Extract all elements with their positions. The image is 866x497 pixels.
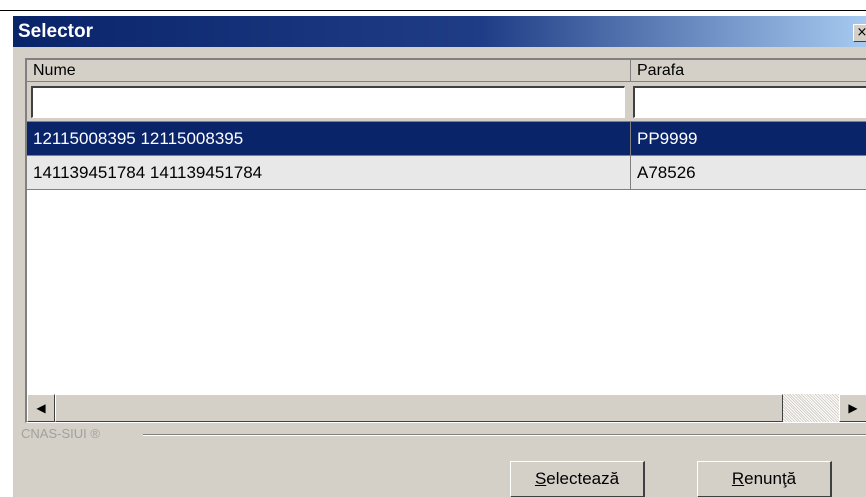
brand-label: CNAS-SIUI ®: [21, 426, 103, 441]
scrollbar-track[interactable]: [783, 394, 839, 422]
column-header-nume[interactable]: Nume: [27, 60, 631, 82]
cancel-button[interactable]: Renunţă: [697, 461, 832, 497]
cell-nume: 141139451784 141139451784: [27, 156, 631, 190]
cancel-label: enunţă: [744, 469, 797, 488]
scrollbar-thumb[interactable]: [55, 394, 783, 422]
close-icon[interactable]: ×: [853, 24, 866, 42]
cancel-accelerator: R: [731, 469, 745, 488]
select-button[interactable]: Selectează: [510, 461, 645, 497]
cell-parafa: PP9999: [631, 122, 866, 156]
column-header-parafa[interactable]: Parafa: [631, 60, 866, 82]
scroll-left-icon[interactable]: ◀: [27, 394, 55, 422]
table-row[interactable]: 12115008395 12115008395 PP9999: [27, 122, 866, 156]
footer-divider: [143, 434, 866, 436]
cell-parafa: A78526: [631, 156, 866, 190]
selector-grid: Nume Parafa 12115008395 12115008395 PP99…: [25, 58, 866, 423]
selector-dialog: Selector × Nume Parafa 12115008395 12115…: [12, 15, 866, 497]
select-label: electează: [546, 469, 620, 488]
window-title: Selector: [18, 21, 93, 42]
grid-header: Nume Parafa: [27, 60, 866, 82]
cell-nume: 12115008395 12115008395: [27, 122, 631, 156]
top-border-line: [0, 10, 866, 11]
select-accelerator: S: [534, 469, 547, 488]
title-bar[interactable]: Selector ×: [13, 16, 866, 47]
parafa-filter-input[interactable]: [633, 86, 866, 118]
horizontal-scrollbar[interactable]: ◀ ▶: [27, 394, 866, 422]
nume-filter-input[interactable]: [31, 86, 625, 118]
table-row[interactable]: 141139451784 141139451784 A78526: [27, 156, 866, 190]
filter-row: [27, 82, 866, 122]
scroll-right-icon[interactable]: ▶: [839, 394, 866, 422]
